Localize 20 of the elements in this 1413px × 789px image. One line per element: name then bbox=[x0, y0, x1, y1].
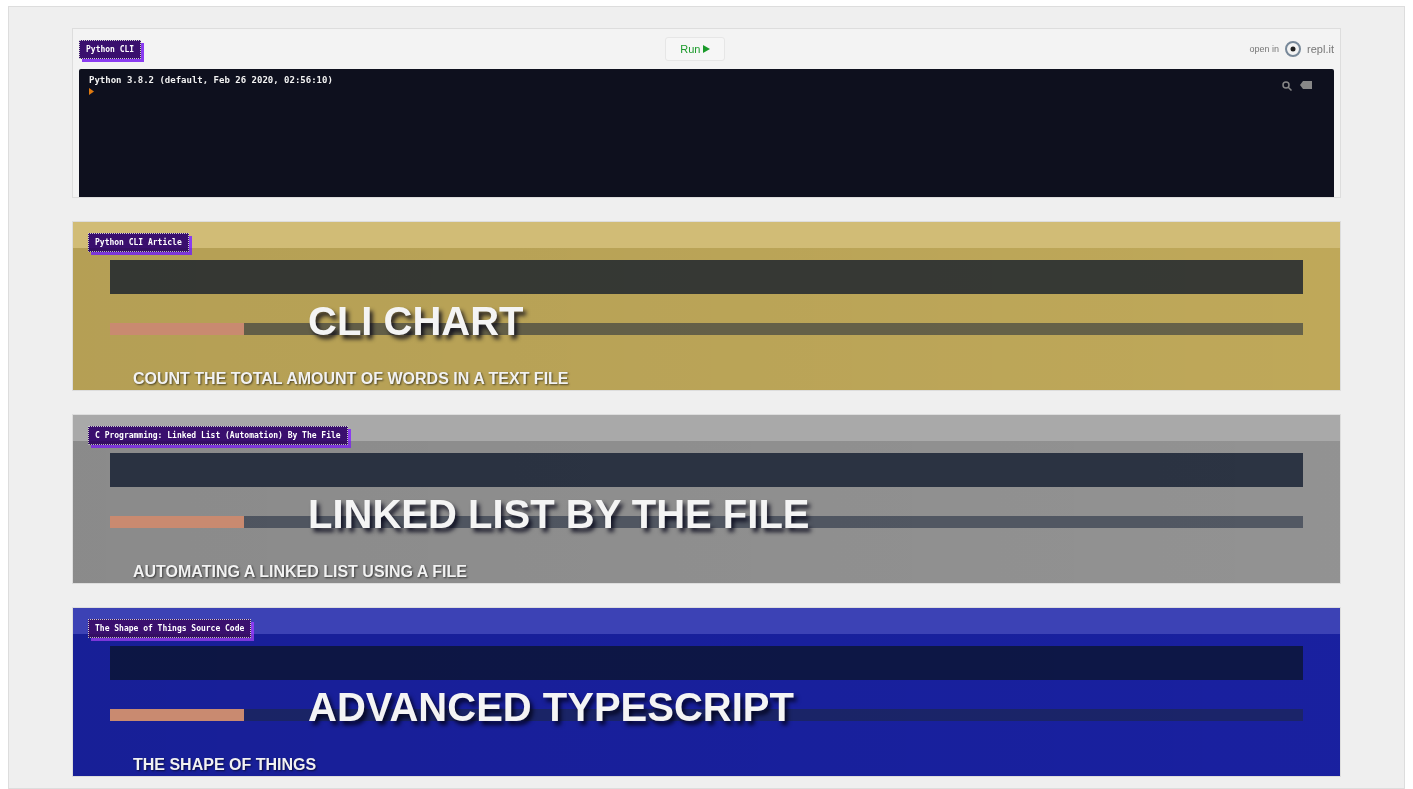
banner-title: CLI CHART bbox=[308, 298, 524, 344]
article-banner[interactable]: The Shape of Things Source Code ADVANCED TYPESCRIPT THE SHAPE OF THINGS bbox=[72, 607, 1341, 777]
banner-subtitle: THE SHAPE OF THINGS bbox=[133, 756, 318, 774]
clear-icon[interactable] bbox=[1300, 81, 1312, 89]
title-tag: Python CLI Article bbox=[88, 233, 189, 252]
search-icon[interactable] bbox=[1282, 81, 1292, 91]
brand-link[interactable]: repl.it bbox=[1307, 43, 1334, 55]
prompt-icon bbox=[89, 88, 94, 95]
article-banner[interactable]: Python CLI Article CLI CHART COUNT THE TOTAL AMOUNT OF WORDS IN A TEXT FILE bbox=[72, 221, 1341, 391]
logo-icon[interactable] bbox=[1285, 41, 1302, 57]
banner-subtitle: AUTOMATING A LINKED LIST USING A FILE bbox=[133, 563, 468, 581]
play-icon bbox=[703, 45, 711, 53]
banner-title: ADVANCED TYPESCRIPT bbox=[308, 684, 794, 730]
banner-subtitle: COUNT THE TOTAL AMOUNT OF WORDS IN A TEXT FILE bbox=[133, 370, 570, 388]
run-button[interactable]: Run bbox=[665, 37, 726, 61]
title-tag: C Programming: Linked List (Automation) By The File bbox=[88, 426, 348, 445]
title-tag: The Shape of Things Source Code bbox=[88, 619, 252, 638]
open-in-label: open in bbox=[1249, 44, 1280, 54]
title-tag: Python CLI bbox=[79, 39, 142, 59]
console-line: Python 3.8.2 (default, Feb 26 2020, 02:56:10) bbox=[89, 75, 334, 85]
